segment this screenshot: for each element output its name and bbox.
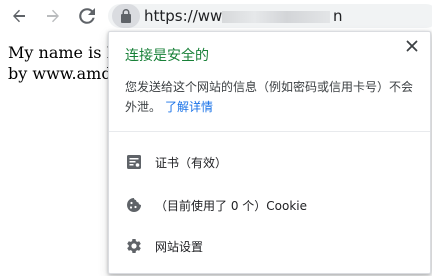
lock-icon xyxy=(121,9,131,23)
site-settings-label: 网站设置 xyxy=(155,239,204,254)
page-text-line-1: My name is B xyxy=(8,43,119,62)
connection-description: 您发送给这个网站的信息（例如密码或信用卡号）不会外泄。 了解详情 xyxy=(125,77,415,117)
certificate-label: 证书（有效） xyxy=(155,155,228,170)
close-button[interactable] xyxy=(404,38,420,54)
forward-arrow-icon xyxy=(47,9,59,23)
page-text-line-2: by www.amd xyxy=(8,64,112,83)
certificate-row[interactable]: 证书（有效） xyxy=(109,142,430,182)
forward-button[interactable] xyxy=(42,5,64,27)
certificate-icon xyxy=(125,153,143,171)
redacted-url-segment xyxy=(222,11,330,23)
divider xyxy=(109,131,430,132)
cookies-row[interactable]: （目前使用了 0 个）Cookie xyxy=(109,185,430,225)
site-info-button[interactable] xyxy=(112,4,140,28)
address-bar[interactable]: https://www n xyxy=(108,4,432,28)
page-content: My name is B by www.amd xyxy=(8,42,118,84)
site-info-popup: 连接是安全的 您发送给这个网站的信息（例如密码或信用卡号）不会外泄。 了解详情 证… xyxy=(108,31,431,274)
learn-more-link[interactable]: 了解详情 xyxy=(165,100,213,114)
reload-icon xyxy=(79,8,95,24)
back-button[interactable] xyxy=(8,5,30,27)
url-text-suffix: n xyxy=(333,7,343,25)
cookie-icon xyxy=(125,196,143,214)
back-arrow-icon xyxy=(13,9,25,23)
url-text: https://www xyxy=(144,7,235,25)
cookies-label: （目前使用了 0 个）Cookie xyxy=(155,198,307,213)
site-settings-row[interactable]: 网站设置 xyxy=(109,226,430,266)
close-icon xyxy=(406,40,418,52)
browser-toolbar: https://www n xyxy=(0,0,432,31)
reload-button[interactable] xyxy=(76,5,98,27)
connection-secure-title: 连接是安全的 xyxy=(125,48,209,64)
gear-icon xyxy=(125,237,143,255)
